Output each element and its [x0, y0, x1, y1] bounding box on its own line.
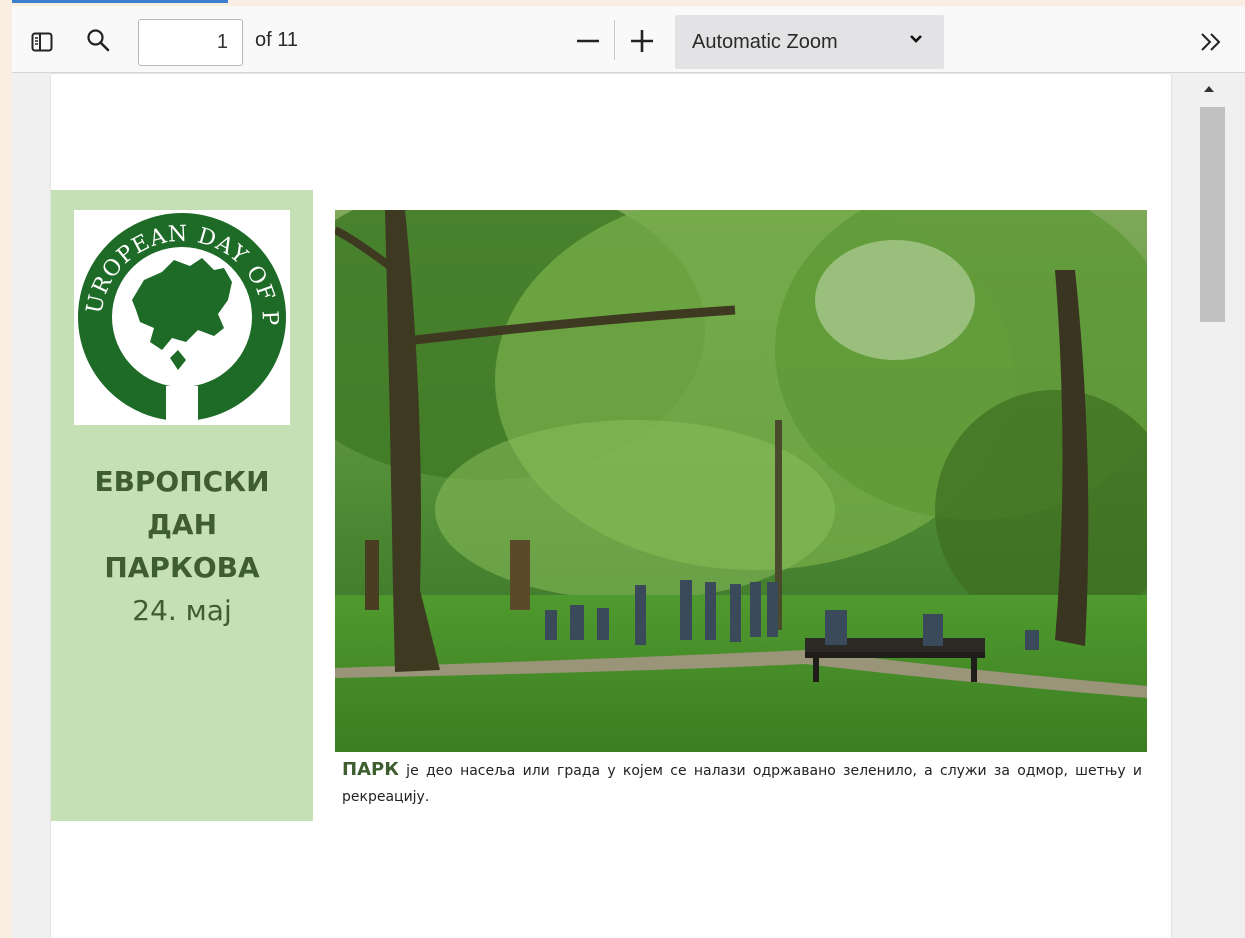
zoom-in-button[interactable]: [626, 25, 658, 57]
page-count-label: of 11: [255, 29, 298, 51]
caption-lead-word: ПАРК: [342, 759, 399, 780]
tab-accent-bar: [12, 0, 228, 3]
sidebar-toggle-icon: [31, 32, 53, 52]
caption-paragraph: ПАРК је део насеља или града у којем се …: [342, 757, 1142, 810]
zoom-out-button[interactable]: [572, 25, 604, 57]
event-date: 24. мај: [132, 594, 232, 627]
more-tools-button[interactable]: [1195, 26, 1227, 58]
zoom-select[interactable]: Automatic Zoom: [675, 15, 944, 69]
zoom-select-value: Automatic Zoom: [692, 30, 838, 53]
chevron-down-icon: [910, 35, 922, 43]
toolbar-separator: [614, 20, 615, 60]
minus-icon: [577, 39, 599, 43]
european-day-of-parks-logo: THE EUROPEAN DAY OF PARKS: [64, 191, 290, 425]
pdf-page: THE EUROPEAN DAY OF PARKS ЕВРОПСКИ ДАН П…: [51, 74, 1171, 938]
scroll-up-arrow-icon[interactable]: [1203, 85, 1215, 93]
green-sidebar-panel: THE EUROPEAN DAY OF PARKS ЕВРОПСКИ ДАН П…: [51, 190, 313, 821]
caption-text: је део насеља или града у којем се налаз…: [342, 763, 1142, 805]
title-line-1: ЕВРОПСКИ: [94, 465, 270, 498]
park-photo: [335, 210, 1147, 752]
toolbar: of 11 Automatic Zoom: [12, 6, 1245, 73]
find-button[interactable]: [82, 24, 114, 56]
page-number-input[interactable]: [138, 19, 243, 66]
scrollbar-thumb[interactable]: [1200, 107, 1225, 322]
double-chevron-right-icon: [1201, 33, 1221, 51]
title-block: ЕВРОПСКИ ДАН ПАРКОВА 24. мај: [51, 460, 313, 632]
plus-icon: [631, 30, 653, 52]
sidebar-toggle-button[interactable]: [26, 26, 58, 58]
search-icon: [87, 29, 110, 52]
title-line-2: ДАН: [146, 508, 218, 541]
title-line-3: ПАРКОВА: [104, 551, 260, 584]
pdf-viewer: of 11 Automatic Zoom: [12, 6, 1245, 938]
